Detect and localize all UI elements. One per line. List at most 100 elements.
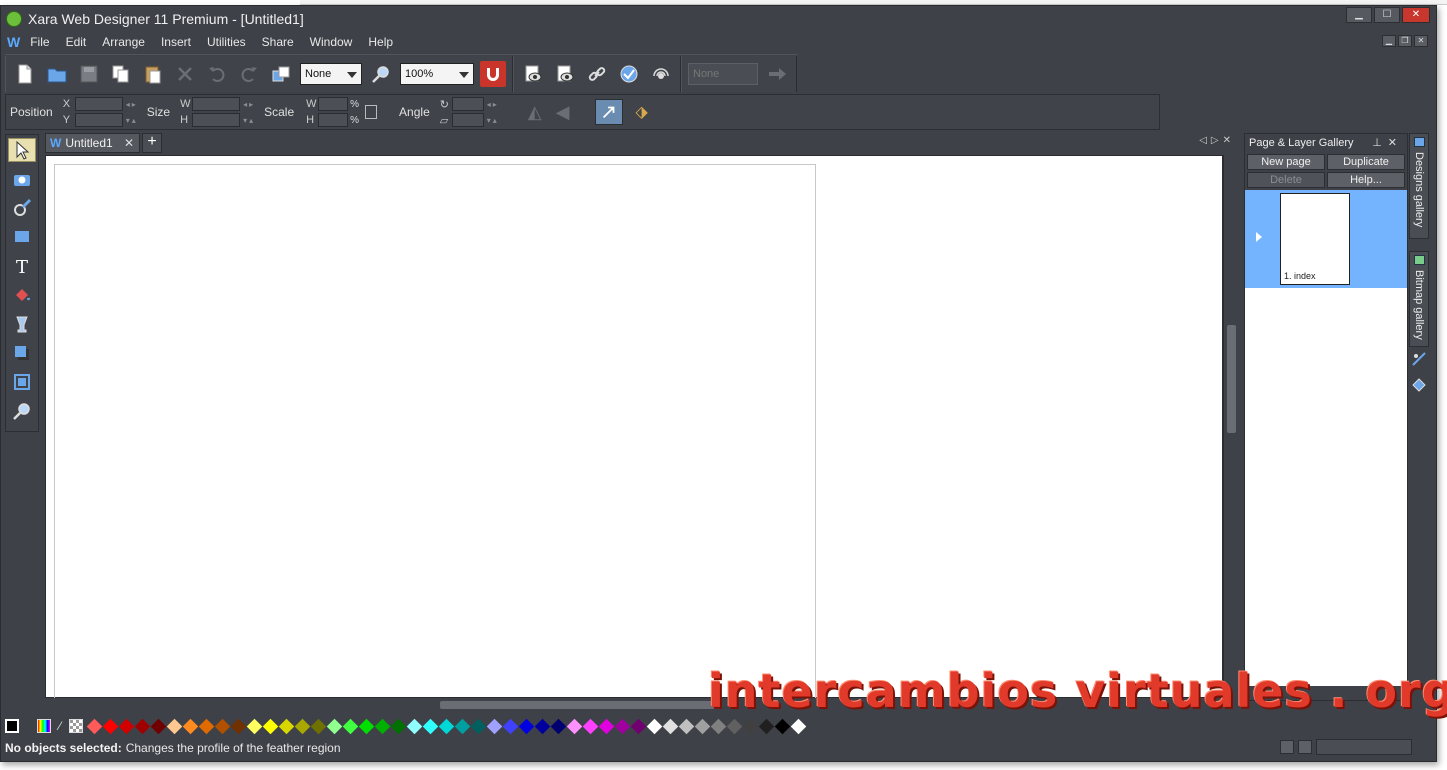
- color-swatch[interactable]: [774, 718, 791, 734]
- color-swatch[interactable]: [758, 718, 775, 734]
- chevron-right-icon[interactable]: ▷: [1211, 135, 1223, 146]
- no-color-swatch[interactable]: [5, 719, 19, 733]
- color-swatch[interactable]: [118, 718, 135, 734]
- frame-tool-icon[interactable]: [8, 370, 36, 394]
- rectangle-tool-icon[interactable]: [8, 225, 36, 249]
- save-icon[interactable]: [76, 61, 102, 87]
- color-swatch[interactable]: [566, 718, 583, 734]
- color-swatch[interactable]: [454, 718, 471, 734]
- color-swatch[interactable]: [582, 718, 599, 734]
- y-field[interactable]: [74, 113, 123, 127]
- menu-help[interactable]: Help: [368, 35, 393, 49]
- menu-edit[interactable]: Edit: [66, 35, 87, 49]
- width-spinner[interactable]: ◂▸: [243, 100, 255, 109]
- close-button[interactable]: ✕: [1402, 7, 1430, 23]
- color-swatch[interactable]: [230, 718, 247, 734]
- doc-restore-button[interactable]: ❐: [1398, 35, 1412, 47]
- x-field[interactable]: [74, 97, 123, 111]
- color-picker-icon[interactable]: [37, 719, 51, 733]
- menu-file[interactable]: File: [30, 35, 49, 49]
- y-spinner[interactable]: ▾▴: [126, 116, 138, 125]
- color-swatch[interactable]: [214, 718, 231, 734]
- pen-tool-icon[interactable]: [8, 196, 36, 220]
- paste-icon[interactable]: [140, 61, 166, 87]
- scroll-thumb[interactable]: [1227, 325, 1236, 433]
- color-swatch[interactable]: [406, 718, 423, 734]
- web-properties-icon[interactable]: [616, 61, 642, 87]
- document-menu-icon[interactable]: W: [7, 34, 20, 50]
- height-spinner[interactable]: ▾▴: [243, 116, 255, 125]
- color-swatch[interactable]: [198, 718, 215, 734]
- color-swatch[interactable]: [710, 718, 727, 734]
- open-folder-icon[interactable]: [44, 61, 70, 87]
- color-swatch[interactable]: [342, 718, 359, 734]
- transform-mode-icon[interactable]: [595, 99, 624, 125]
- preview-icon[interactable]: [520, 61, 546, 87]
- zoom-combo[interactable]: 100%: [400, 62, 474, 85]
- link-icon[interactable]: [584, 61, 610, 87]
- line-gallery-icon[interactable]: [1411, 351, 1427, 367]
- color-swatch[interactable]: [294, 718, 311, 734]
- maximize-button[interactable]: ☐: [1374, 7, 1400, 23]
- color-swatch[interactable]: [422, 718, 439, 734]
- page-thumbnail[interactable]: 1. index: [1280, 193, 1350, 285]
- arrange-icon[interactable]: [268, 61, 294, 87]
- scale-width-field[interactable]: [318, 97, 349, 111]
- color-swatch[interactable]: [134, 718, 151, 734]
- pin-icon[interactable]: ⊥: [1372, 137, 1388, 149]
- zoom-tool-icon[interactable]: [8, 399, 36, 423]
- selected-page-item[interactable]: 1. index: [1245, 190, 1407, 288]
- transparency-tool-icon[interactable]: [8, 312, 36, 336]
- delete-icon[interactable]: [172, 61, 198, 87]
- color-swatch[interactable]: [310, 718, 327, 734]
- photo-tool-icon[interactable]: [8, 167, 36, 191]
- x-spinner[interactable]: ◂▸: [126, 100, 138, 109]
- color-swatch[interactable]: [502, 718, 519, 734]
- color-swatch[interactable]: [438, 718, 455, 734]
- color-swatch[interactable]: [790, 718, 807, 734]
- shadow-tool-icon[interactable]: [8, 341, 36, 365]
- menu-window[interactable]: Window: [310, 35, 353, 49]
- flip-vertical-icon[interactable]: ◀: [556, 102, 570, 123]
- scale-height-field[interactable]: [318, 113, 349, 127]
- preview-website-icon[interactable]: [552, 61, 578, 87]
- lock-aspect-icon[interactable]: [365, 105, 378, 119]
- color-swatch[interactable]: [358, 718, 375, 734]
- color-swatch[interactable]: [678, 718, 695, 734]
- color-swatch[interactable]: [150, 718, 167, 734]
- color-swatch[interactable]: [630, 718, 647, 734]
- fill-gallery-icon[interactable]: [1411, 377, 1427, 393]
- new-page-button[interactable]: New page: [1247, 154, 1325, 170]
- skew-field[interactable]: [451, 113, 484, 127]
- height-field[interactable]: [192, 113, 241, 127]
- tag-icon[interactable]: ⬗: [635, 102, 647, 122]
- text-tool-icon[interactable]: T: [8, 254, 36, 278]
- color-swatch[interactable]: [262, 718, 279, 734]
- color-swatch[interactable]: [182, 718, 199, 734]
- color-swatch[interactable]: [518, 718, 535, 734]
- help-button[interactable]: Help...: [1327, 172, 1405, 188]
- doc-minimize-button[interactable]: ▁: [1382, 35, 1396, 47]
- tab-designs-gallery[interactable]: Designs gallery: [1409, 133, 1429, 239]
- color-swatch[interactable]: [534, 718, 551, 734]
- menu-utilities[interactable]: Utilities: [207, 35, 246, 49]
- snap-magnet-icon[interactable]: [480, 60, 506, 87]
- menu-arrange[interactable]: Arrange: [102, 35, 145, 49]
- color-swatch[interactable]: [486, 718, 503, 734]
- color-swatch[interactable]: [742, 718, 759, 734]
- color-swatch[interactable]: [86, 718, 103, 734]
- snap-icon[interactable]: [1280, 740, 1294, 754]
- chevron-left-icon[interactable]: ◁: [1199, 135, 1211, 146]
- rotation-field[interactable]: [451, 97, 484, 111]
- skew-spinner[interactable]: ▾▴: [487, 116, 499, 125]
- color-swatch[interactable]: [662, 718, 679, 734]
- close-icon[interactable]: ✕: [1223, 135, 1235, 146]
- add-tab-button[interactable]: +: [142, 133, 162, 153]
- scroll-thumb[interactable]: [440, 701, 720, 709]
- document-canvas[interactable]: [45, 155, 1223, 704]
- color-swatch[interactable]: [102, 718, 119, 734]
- close-icon[interactable]: ✕: [1388, 137, 1403, 149]
- color-swatch[interactable]: [326, 718, 343, 734]
- eyedropper-icon[interactable]: ⁄: [53, 719, 67, 733]
- color-swatch[interactable]: [550, 718, 567, 734]
